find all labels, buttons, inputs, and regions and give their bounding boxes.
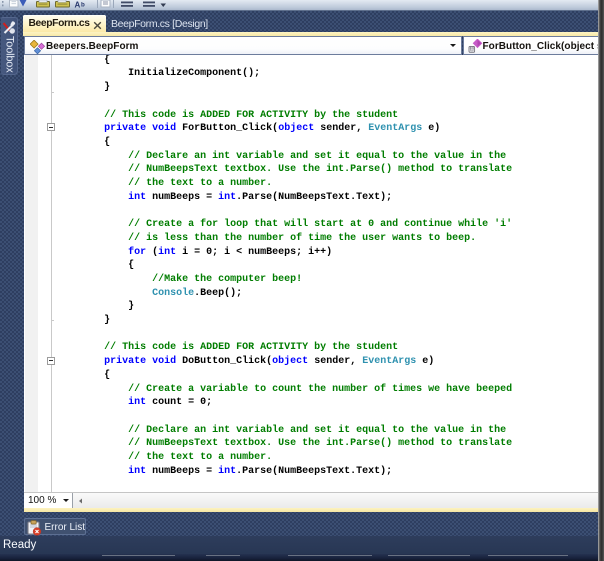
svg-text:A: A <box>75 1 81 10</box>
svg-text:b: b <box>81 1 85 8</box>
